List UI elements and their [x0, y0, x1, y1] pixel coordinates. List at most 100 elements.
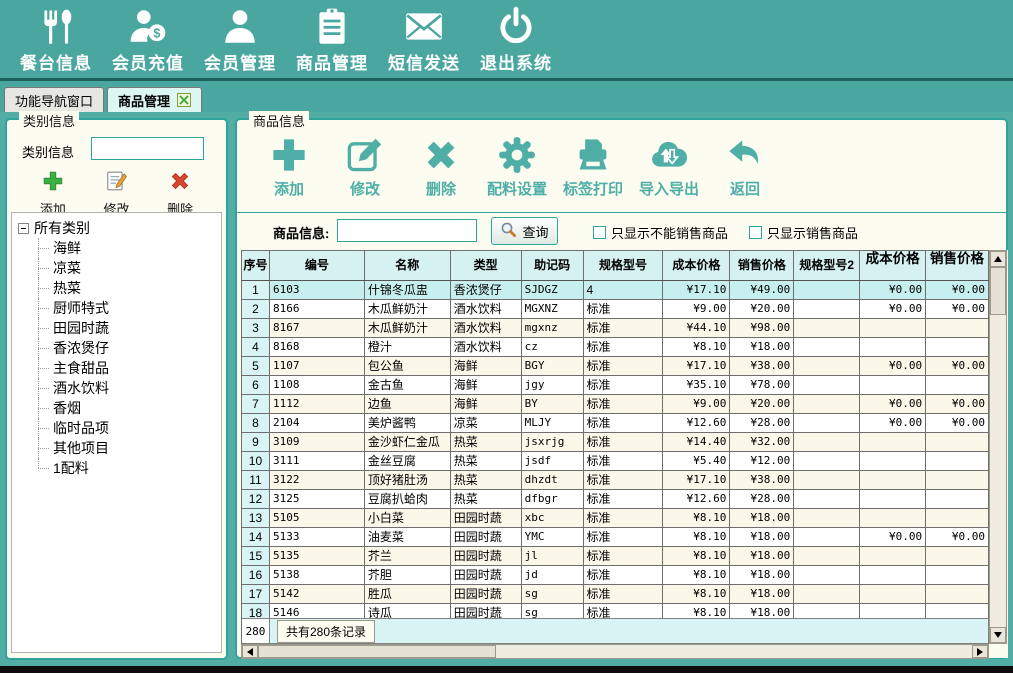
nav-item-member-recharge[interactable]: $会员充值	[102, 5, 194, 74]
tree-item[interactable]: 田园时蔬	[23, 318, 219, 338]
checkbox-show-sellable[interactable]: 只显示销售商品	[749, 223, 858, 242]
scroll-right-button[interactable]	[972, 645, 988, 658]
category-modify-note-button[interactable]: 修改	[103, 170, 129, 218]
toolbar-button-label: 配料设置	[487, 178, 547, 199]
toolbar-edit-button[interactable]: 修改	[333, 128, 397, 199]
tab-2[interactable]: 商品管理	[107, 87, 202, 112]
nav-item-utensils[interactable]: 餐台信息	[10, 5, 102, 74]
checkbox-icon[interactable]	[749, 226, 762, 239]
delete-red-icon	[169, 170, 191, 197]
tree-root-all-categories[interactable]: 所有类别	[18, 218, 219, 238]
tab-1[interactable]: 功能导航窗口	[4, 87, 104, 112]
column-header[interactable]: 规格型号	[584, 251, 664, 280]
table-row[interactable]: 16103什锦冬瓜盅香浓煲仔SJDGZ4¥17.10¥49.00¥0.00¥0.…	[242, 281, 989, 300]
table-cell: ¥18.00	[730, 338, 794, 357]
vertical-scroll-track[interactable]	[990, 315, 1006, 627]
tree-item[interactable]: 热菜	[23, 278, 219, 298]
column-header[interactable]: 规格型号2	[794, 251, 860, 280]
table-row[interactable]: 71112边鱼海鲜BY标准¥9.00¥20.00¥0.00¥0.00	[242, 395, 989, 414]
horizontal-scrollbar[interactable]	[241, 644, 989, 659]
table-cell: ¥28.00	[730, 490, 794, 509]
table-row[interactable]: 135105小白菜田园时蔬xbc标准¥8.10¥18.00	[242, 509, 989, 528]
tree-item[interactable]: 主食甜品	[23, 358, 219, 378]
nav-label: 退出系统	[480, 49, 552, 74]
table-row[interactable]: 38167木瓜鲜奶汁酒水饮料mgxnz标准¥44.10¥98.00	[242, 319, 989, 338]
column-header[interactable]: 销售价格	[926, 251, 989, 280]
tab-close-icon[interactable]	[177, 93, 191, 107]
tree-item[interactable]: 香浓煲仔	[23, 338, 219, 358]
table-row[interactable]: 103111金丝豆腐热菜jsdf标准¥5.40¥12.00	[242, 452, 989, 471]
tree-item[interactable]: 凉菜	[23, 258, 219, 278]
horizontal-scroll-thumb[interactable]	[258, 645, 496, 658]
toolbar-back-arrow-button[interactable]: 返回	[713, 128, 777, 199]
table-cell: jsxrjg	[522, 433, 584, 452]
table-row[interactable]: 175142胜瓜田园时蔬sg标准¥8.10¥18.00	[242, 585, 989, 604]
nav-item-power[interactable]: 退出系统	[470, 5, 562, 74]
table-row[interactable]: 93109金沙虾仁金瓜热菜jsxrjg标准¥14.40¥32.00	[242, 433, 989, 452]
toolbar-cloud-updown-button[interactable]: 导入导出	[637, 128, 701, 199]
toolbar-plus-button[interactable]: 添加	[257, 128, 321, 199]
column-header[interactable]: 序号	[242, 251, 270, 280]
table-cell: 金沙虾仁金瓜	[365, 433, 451, 452]
toolbar-delete-x-button[interactable]: 删除	[409, 128, 473, 199]
tree-item[interactable]: 1配料	[23, 458, 219, 478]
collapse-icon[interactable]	[18, 223, 29, 234]
tree-item[interactable]: 厨师特式	[23, 298, 219, 318]
checkbox-hide-unsellable[interactable]: 只显示不能销售商品	[593, 223, 728, 242]
table-cell: 田园时蔬	[451, 528, 522, 547]
nav-item-sms[interactable]: 短信发送	[378, 5, 470, 74]
scroll-up-button[interactable]	[990, 251, 1006, 267]
table-cell: ¥0.00	[926, 414, 989, 433]
table-row[interactable]: 145133油麦菜田园时蔬YMC标准¥8.10¥18.00¥0.00¥0.00	[242, 528, 989, 547]
vertical-scrollbar[interactable]	[989, 250, 1007, 644]
table-cell	[794, 490, 860, 509]
table-row[interactable]: 28166木瓜鲜奶汁酒水饮料MGXNZ标准¥9.00¥20.00¥0.00¥0.…	[242, 300, 989, 319]
scroll-left-button[interactable]	[242, 645, 258, 658]
table-row[interactable]: 51107包公鱼海鲜BGY标准¥17.10¥38.00¥0.00¥0.00	[242, 357, 989, 376]
tree-item[interactable]: 酒水饮料	[23, 378, 219, 398]
table-row[interactable]: 165138芥胆田园时蔬jd标准¥8.10¥18.00	[242, 566, 989, 585]
tree-item[interactable]: 临时品项	[23, 418, 219, 438]
scroll-down-button[interactable]	[990, 627, 1006, 643]
column-header[interactable]: 成本价格	[860, 251, 926, 280]
tree-item[interactable]: 海鲜	[23, 238, 219, 258]
toolbar-printer-button[interactable]: 标签打印	[561, 128, 625, 199]
table-cell	[860, 566, 926, 585]
column-header[interactable]: 名称	[365, 251, 451, 280]
horizontal-scroll-track[interactable]	[496, 645, 972, 658]
table-cell	[794, 338, 860, 357]
search-input[interactable]	[337, 219, 477, 242]
table-row[interactable]: 61108金古鱼海鲜jgy标准¥35.10¥78.00	[242, 376, 989, 395]
tree-item[interactable]: 其他项目	[23, 438, 219, 458]
category-add-plus-button[interactable]: 添加	[40, 170, 66, 218]
vertical-scroll-thumb[interactable]	[990, 267, 1006, 315]
category-input[interactable]	[91, 137, 204, 160]
column-header[interactable]: 销售价格	[730, 251, 794, 280]
query-button[interactable]: 查询	[491, 217, 558, 245]
toolbar-button-label: 修改	[350, 178, 380, 199]
column-header[interactable]: 成本价格	[663, 251, 730, 280]
table-cell: ¥8.10	[663, 509, 730, 528]
table-cell: 田园时蔬	[451, 604, 522, 618]
table-row[interactable]: 82104美炉酱鸭凉菜MLJY标准¥12.60¥28.00¥0.00¥0.00	[242, 414, 989, 433]
table-row[interactable]: 155135芥兰田园时蔬jl标准¥8.10¥18.00	[242, 547, 989, 566]
category-panel-title: 类别信息	[19, 111, 79, 130]
tree-item[interactable]: 香烟	[23, 398, 219, 418]
column-header[interactable]: 助记码	[522, 251, 584, 280]
table-cell: 标准	[584, 528, 664, 547]
nav-item-product[interactable]: 商品管理	[286, 5, 378, 74]
table-cell: 3122	[270, 471, 365, 490]
table-row[interactable]: 185146诗瓜田园时蔬sg标准¥8.10¥18.00	[242, 604, 989, 618]
category-delete-red-button[interactable]: 删除	[167, 170, 193, 218]
table-cell: ¥18.00	[730, 509, 794, 528]
table-cell: ¥18.00	[730, 585, 794, 604]
column-header[interactable]: 类型	[451, 251, 522, 280]
table-row[interactable]: 48168橙汁酒水饮料cz标准¥8.10¥18.00	[242, 338, 989, 357]
table-row[interactable]: 113122顶好猪肚汤热菜dhzdt标准¥17.10¥38.00	[242, 471, 989, 490]
table-row[interactable]: 123125豆腐扒蛤肉热菜dfbgr标准¥12.60¥28.00	[242, 490, 989, 509]
table-cell	[794, 433, 860, 452]
toolbar-gear-button[interactable]: 配料设置	[485, 128, 549, 199]
column-header[interactable]: 编号	[270, 251, 365, 280]
nav-item-member[interactable]: 会员管理	[194, 5, 286, 74]
checkbox-icon[interactable]	[593, 226, 606, 239]
